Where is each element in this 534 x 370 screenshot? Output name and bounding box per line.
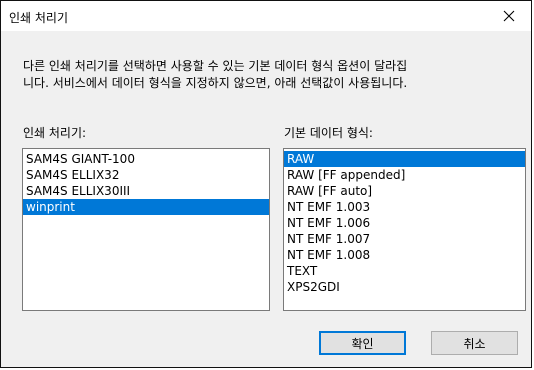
print-processor-item[interactable]: SAM4S GIANT-100 xyxy=(23,151,269,167)
data-type-item[interactable]: XPS2GDI xyxy=(284,279,525,295)
default-data-type-label: 기본 데이터 형식: xyxy=(284,126,373,140)
data-type-item[interactable]: RAW [FF auto] xyxy=(284,183,525,199)
data-type-item[interactable]: NT EMF 1.006 xyxy=(284,215,525,231)
print-processor-item[interactable]: SAM4S ELLIX32 xyxy=(23,167,269,183)
data-type-item[interactable]: TEXT xyxy=(284,263,525,279)
close-button[interactable] xyxy=(487,1,531,31)
description-line: 니다. 서비스에서 데이터 형식을 지정하지 않으면, 아래 선택값이 사용됩니… xyxy=(23,76,408,90)
description-text: 다른 인쇄 처리기를 선택하면 사용할 수 있는 기본 데이터 형식 옵션이 달… xyxy=(23,58,518,92)
description-line: 다른 인쇄 처리기를 선택하면 사용할 수 있는 기본 데이터 형식 옵션이 달… xyxy=(23,59,408,73)
print-processor-dialog: 인쇄 처리기 다른 인쇄 처리기를 선택하면 사용할 수 있는 기본 데이터 형… xyxy=(0,0,532,368)
cancel-button[interactable]: 취소 xyxy=(431,331,518,355)
data-type-listbox[interactable]: RAW RAW [FF appended] RAW [FF auto] NT EMF … xyxy=(283,148,526,311)
data-type-item[interactable]: NT EMF 1.007 xyxy=(284,231,525,247)
data-type-item[interactable]: NT EMF 1.008 xyxy=(284,247,525,263)
print-processor-label: 인쇄 처리기: xyxy=(23,126,87,140)
dialog-title: 인쇄 처리기 xyxy=(9,11,69,25)
ok-button[interactable]: 확인 xyxy=(319,331,406,355)
data-type-item[interactable]: RAW xyxy=(284,151,525,167)
print-processor-listbox[interactable]: SAM4S GIANT-100 SAM4S ELLIX32 SAM4S ELLIX3… xyxy=(22,148,270,311)
data-type-item[interactable]: RAW [FF appended] xyxy=(284,167,525,183)
close-icon xyxy=(503,10,515,22)
print-processor-item[interactable]: SAM4S ELLIX30III xyxy=(23,183,269,199)
data-type-item[interactable]: NT EMF 1.003 xyxy=(284,199,525,215)
print-processor-item[interactable]: winprint xyxy=(23,199,269,215)
title-bar: 인쇄 처리기 xyxy=(1,1,531,31)
